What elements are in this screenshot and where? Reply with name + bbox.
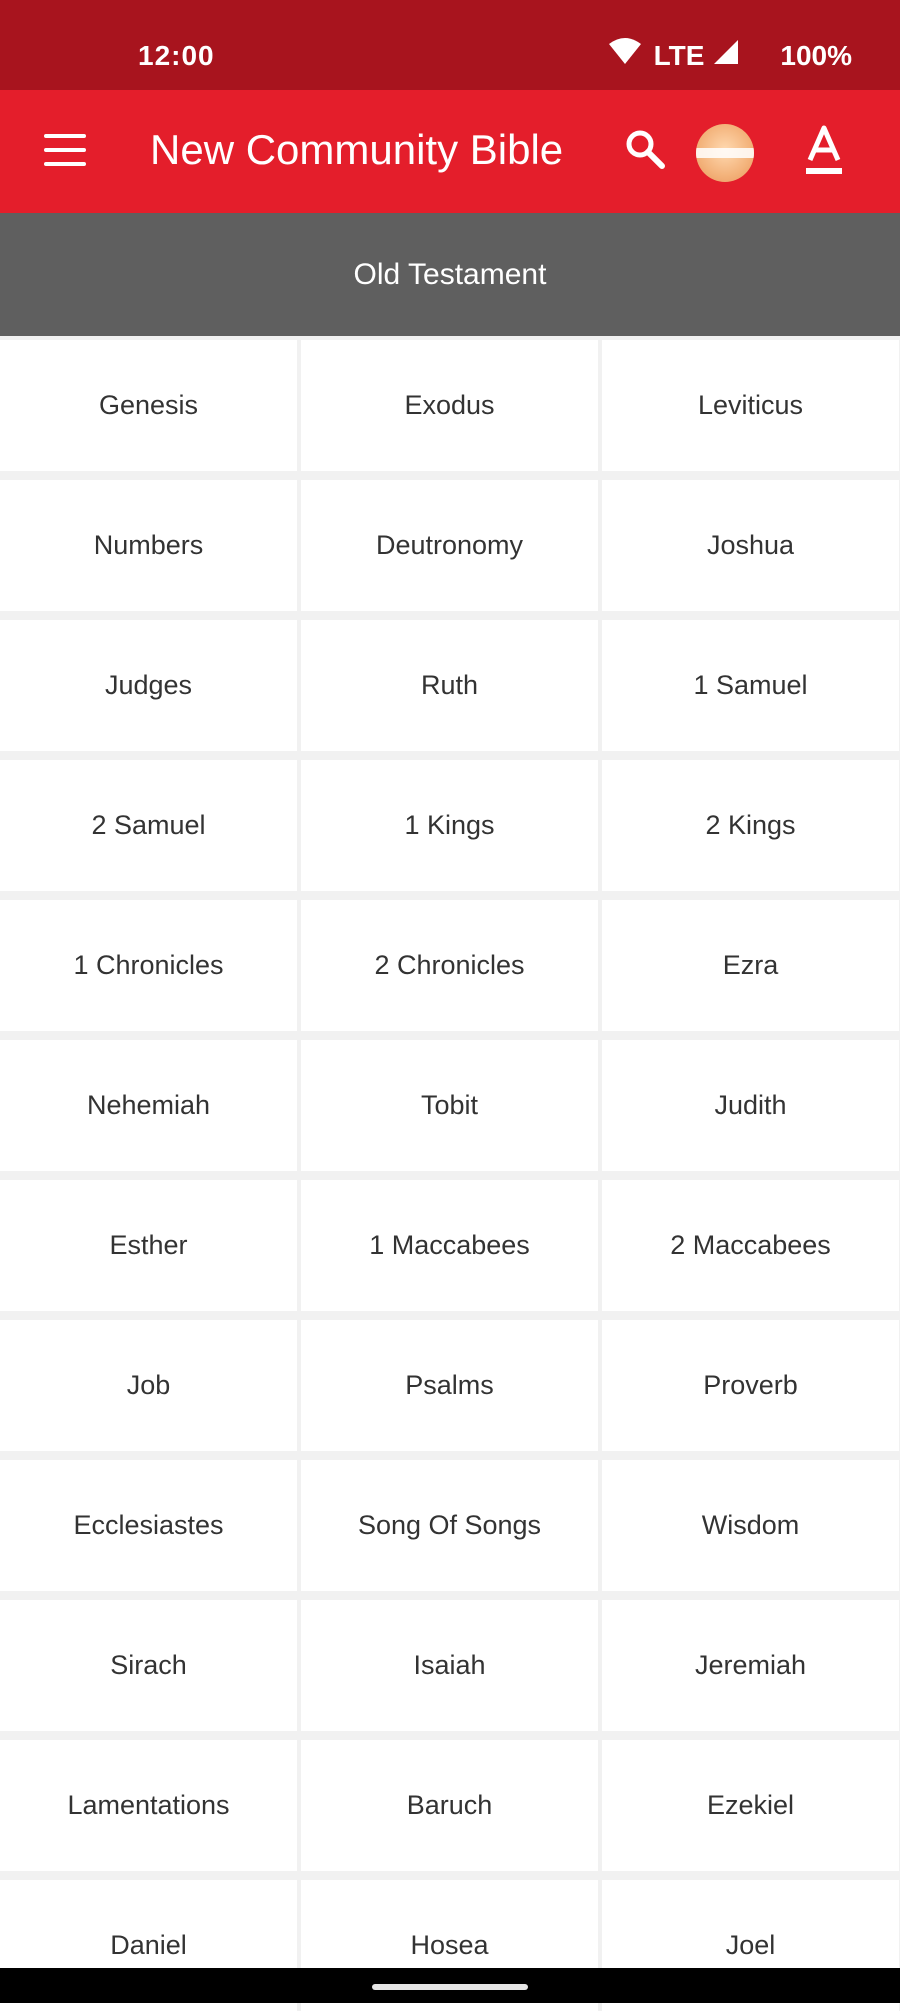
book-item[interactable]: 2 Chronicles <box>301 900 598 1031</box>
book-item[interactable]: Ecclesiastes <box>0 1460 297 1591</box>
book-item[interactable]: 1 Chronicles <box>0 900 297 1031</box>
book-item[interactable]: Sirach <box>0 1600 297 1731</box>
book-item[interactable]: Genesis <box>0 340 297 471</box>
network-type: LTE <box>653 39 705 71</box>
section-title: Old Testament <box>353 257 547 291</box>
avatar[interactable] <box>696 124 754 182</box>
book-item[interactable]: Numbers <box>0 480 297 611</box>
book-item[interactable]: Judges <box>0 620 297 751</box>
book-item[interactable]: Jeremiah <box>602 1600 899 1731</box>
book-item[interactable]: Deutronomy <box>301 480 598 611</box>
book-item[interactable]: Leviticus <box>602 340 899 471</box>
app-bar: New Community Bible <box>0 90 900 213</box>
book-item[interactable]: 2 Maccabees <box>602 1180 899 1311</box>
font-size-icon[interactable] <box>800 124 848 180</box>
status-time: 12:00 <box>138 40 215 71</box>
book-item[interactable]: Esther <box>0 1180 297 1311</box>
book-item[interactable]: Joshua <box>602 480 899 611</box>
book-item[interactable]: Song Of Songs <box>301 1460 598 1591</box>
book-item[interactable]: Lamentations <box>0 1740 297 1871</box>
book-item[interactable]: Isaiah <box>301 1600 598 1731</box>
status-icons: LTE 100% <box>608 38 852 73</box>
book-item[interactable]: Nehemiah <box>0 1040 297 1171</box>
book-item[interactable]: Tobit <box>301 1040 598 1171</box>
status-bar: 12:00 LTE 100% <box>0 0 900 90</box>
book-item[interactable]: 1 Samuel <box>602 620 899 751</box>
book-item[interactable]: Psalms <box>301 1320 598 1451</box>
book-item[interactable]: Exodus <box>301 340 598 471</box>
book-item[interactable]: Ezekiel <box>602 1740 899 1871</box>
book-item[interactable]: Wisdom <box>602 1460 899 1591</box>
signal-icon <box>712 38 740 73</box>
section-header: Old Testament <box>0 213 900 336</box>
book-grid: Genesis Exodus Leviticus Numbers Deutronomy J… <box>0 340 900 2011</box>
wifi-icon <box>608 38 642 73</box>
book-item[interactable]: Ezra <box>602 900 899 1031</box>
book-item[interactable]: Job <box>0 1320 297 1451</box>
book-item[interactable]: Baruch <box>301 1740 598 1871</box>
home-handle[interactable] <box>372 1984 528 1990</box>
book-item[interactable]: 2 Kings <box>602 760 899 891</box>
book-item[interactable]: Judith <box>602 1040 899 1171</box>
battery-level: 100% <box>780 39 852 71</box>
search-icon[interactable] <box>622 126 670 174</box>
book-item[interactable]: 1 Maccabees <box>301 1180 598 1311</box>
navigation-bar <box>0 1968 900 2003</box>
book-item[interactable]: 2 Samuel <box>0 760 297 891</box>
menu-icon[interactable] <box>44 134 88 170</box>
book-item[interactable]: Ruth <box>301 620 598 751</box>
book-item[interactable]: Proverb <box>602 1320 899 1451</box>
book-item[interactable]: 1 Kings <box>301 760 598 891</box>
app-title: New Community Bible <box>150 126 564 173</box>
